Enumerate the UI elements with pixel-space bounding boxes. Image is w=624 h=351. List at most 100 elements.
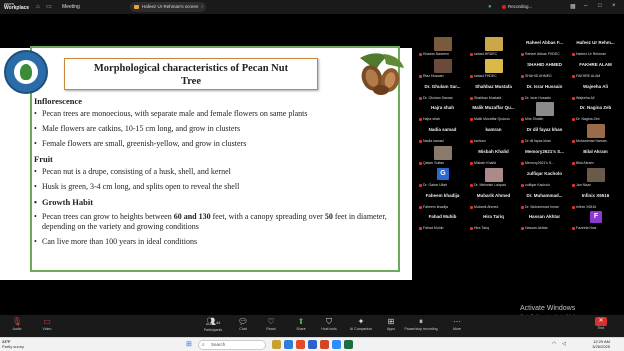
mic-muted-icon xyxy=(419,205,422,209)
section-heading-inflorescence: Inflorescence xyxy=(34,96,82,106)
mic-muted-icon xyxy=(521,140,524,144)
participant-video xyxy=(485,58,503,73)
end-button[interactable]: ✕ End xyxy=(588,317,614,331)
participant-display-name: Raheel Abbas F... xyxy=(526,40,563,45)
participant-tile[interactable]: Dr. Muhammad... Dr. Muhammad Imran xyxy=(519,189,570,210)
participant-name: Dr. Gabar Ullah xyxy=(423,182,448,187)
participant-tile[interactable]: G Dr. Gabar Ullah xyxy=(417,167,468,188)
participant-name: zulfiqar Kacholo xyxy=(525,182,550,187)
wifi-icon[interactable]: ◠ xyxy=(552,341,556,347)
participant-tile[interactable]: Misbah Khalid Misbah Khalid xyxy=(468,145,519,166)
bullet-male-flowers: Male flowers are catkins, 10-15 cm long,… xyxy=(32,124,396,134)
participant-display-name: Hassan Akhtar xyxy=(528,214,561,220)
ai-companion-button[interactable]: ✦ AI Companion xyxy=(346,317,376,332)
mic-muted-icon xyxy=(470,53,473,56)
participant-tile[interactable]: Faheem khadija Faheem khadija xyxy=(417,189,468,210)
windows-start-icon[interactable]: ⊞ xyxy=(186,341,192,348)
close-icon[interactable]: › xyxy=(201,2,203,12)
participant-tile[interactable]: Shahbaz Mustafa Shahbaz Mustafa xyxy=(468,80,519,101)
edge-icon[interactable] xyxy=(284,340,293,349)
participant-tile[interactable]: Jan Nisar xyxy=(570,167,621,188)
participant-tile[interactable]: Riaz Hussain xyxy=(417,58,468,79)
participant-tile[interactable]: Hira Tariq Hira Tariq xyxy=(468,210,519,231)
chat-icon[interactable]: ▭ xyxy=(46,4,52,10)
participant-video xyxy=(434,146,452,160)
participant-tile[interactable]: Mirs Shaikh xyxy=(519,101,570,122)
maximize-icon[interactable]: □ xyxy=(598,3,602,9)
powerpoint-icon[interactable] xyxy=(320,340,329,349)
participant-tile[interactable]: Dr dil fayaz khan Dr dil fayaz khan xyxy=(519,123,570,144)
participant-tile[interactable]: Memory2621's S... Memory2621's S... xyxy=(519,145,570,166)
participant-tile[interactable]: F Fazeela Niaz xyxy=(570,210,621,231)
participant-tile[interactable]: kamran kamran xyxy=(468,123,519,144)
participant-tile[interactable]: Dr. Mehwish Laiquat xyxy=(468,167,519,188)
participant-tile[interactable]: Dr. Nagina Zeb Dr. Nagina Zeb xyxy=(570,101,621,122)
weather-widget[interactable]: 23°F Partly sunny xyxy=(2,339,24,349)
excel-icon[interactable] xyxy=(344,340,353,349)
participant-display-name: Memory2621's S... xyxy=(525,149,564,154)
participants-label: Participants xyxy=(203,328,223,332)
participant-tile[interactable]: Dr. Ghulam Sar... Dr. Ghulam Sarwar xyxy=(417,80,468,101)
participant-name: sahad-HRDEC xyxy=(474,52,498,56)
volume-icon[interactable]: ◁ xyxy=(562,341,566,347)
apps-grid-icon: ⊞ xyxy=(387,317,395,326)
apps-button[interactable]: ⊞ Apps xyxy=(378,317,404,332)
participant-tile[interactable]: Mubarik Ahmed Mubarik Ahmed xyxy=(468,189,519,210)
participant-tile[interactable]: Dr. Israr Hussain Dr. Israr Hussain xyxy=(519,80,570,101)
participant-tile[interactable]: Wajeeha Ali Wajeeha Ali xyxy=(570,80,621,101)
participant-tile[interactable]: Raheel Abbas F... Raheel Abbas FHDEC xyxy=(519,36,570,57)
participant-name: Dr. Israr Hussain xyxy=(525,95,552,100)
minimize-icon[interactable]: – xyxy=(584,3,587,9)
video-button[interactable]: ▭ Video xyxy=(34,317,60,332)
participant-display-name: Dr. Ghulam Sar... xyxy=(424,83,461,89)
heart-icon: ♡ xyxy=(267,317,275,326)
participant-name: Riaz Hussain xyxy=(423,73,444,78)
chat-button[interactable]: 💬︎ Chat xyxy=(230,317,256,332)
screen-share-pill[interactable]: Hafeez Ur Rehman's screen › xyxy=(130,2,206,12)
more-button[interactable]: ··· More xyxy=(444,317,470,332)
participant-tile[interactable]: Khawar Naseem xyxy=(417,36,468,57)
file-explorer-icon[interactable] xyxy=(272,340,281,349)
home-icon[interactable]: ⌂ xyxy=(36,4,42,10)
participant-tile[interactable]: Muhammad Harsan xyxy=(570,123,621,144)
participant-tile[interactable]: sahad-HRDEC xyxy=(468,36,519,57)
taskbar-clock[interactable]: 12:29 AM 3/26/2025 xyxy=(578,339,610,349)
participant-display-name: Dr dil fayaz khan xyxy=(526,127,563,133)
participant-tile[interactable]: Hajra shah Hajra shah xyxy=(417,101,468,122)
participants-button[interactable]: 👥︎44 Participants xyxy=(198,317,228,333)
participant-name: Shahbaz Mustafa xyxy=(474,95,502,100)
participant-tile[interactable]: Qaiser Sultan xyxy=(417,145,468,166)
share-button[interactable]: ⬆ Share xyxy=(288,317,314,332)
participant-tile[interactable]: FAKHRE ALAM FAKHRE ALAM xyxy=(570,58,621,79)
react-button[interactable]: ♡ React xyxy=(258,317,284,332)
meeting-tab[interactable]: Meeting xyxy=(62,4,80,10)
taskbar-search[interactable]: ⌕ Search xyxy=(198,340,266,350)
participant-tile[interactable]: SHAHID AHMED SHAHID AHMED xyxy=(519,58,570,79)
participant-display-name: Dr. Muhammad... xyxy=(526,192,563,198)
participant-tile[interactable]: Malik Muzaffar Qu... Malik Muzaffar Qudoo… xyxy=(468,101,519,122)
participant-name: Faheem khadija xyxy=(423,204,448,209)
chrome-icon[interactable] xyxy=(296,340,305,349)
shield-icon[interactable]: ● xyxy=(488,4,494,10)
chat-label: Chat xyxy=(239,327,247,331)
host-tools-button[interactable]: ⛉ Host tools xyxy=(316,317,342,332)
recording-label[interactable]: Recording... xyxy=(508,4,532,9)
participant-tile[interactable]: Bilal Akram Bilal Akram xyxy=(570,145,621,166)
participant-tile[interactable]: Infinix X6516 Infinix X6516 xyxy=(570,189,621,210)
participant-tile[interactable]: Fahad Muhib Fahad Muhib xyxy=(417,210,468,231)
participant-tile[interactable]: sahad-FHDEC xyxy=(468,58,519,79)
zoom-app-icon[interactable] xyxy=(332,340,341,349)
participant-tile[interactable]: Hassan Akhtar Hassan Akhtar xyxy=(519,210,570,231)
view-icon[interactable]: ▦ xyxy=(570,3,576,10)
recording-button[interactable]: ⏸︎ Pause/stop recording xyxy=(404,317,438,332)
close-window-icon[interactable]: × xyxy=(612,3,616,9)
slide-title: Morphological characteristics of Pecan N… xyxy=(64,58,318,90)
audio-button[interactable]: 🎙︎ Audio xyxy=(4,317,30,332)
participant-tile[interactable]: zulfiqar Kacholo zulfiqar Kacholo xyxy=(519,167,570,188)
word-icon[interactable] xyxy=(308,340,317,349)
participant-display-name: FAKHRE ALAM xyxy=(579,61,612,67)
participant-video xyxy=(587,124,605,139)
participant-tile[interactable]: Hafeez Ur Rehm... Hafeez Ur Rehman xyxy=(570,36,621,57)
participant-tile[interactable]: Nadia samad Nadia samad xyxy=(417,123,468,144)
participant-display-name: SHAHID AHMED xyxy=(527,61,562,67)
